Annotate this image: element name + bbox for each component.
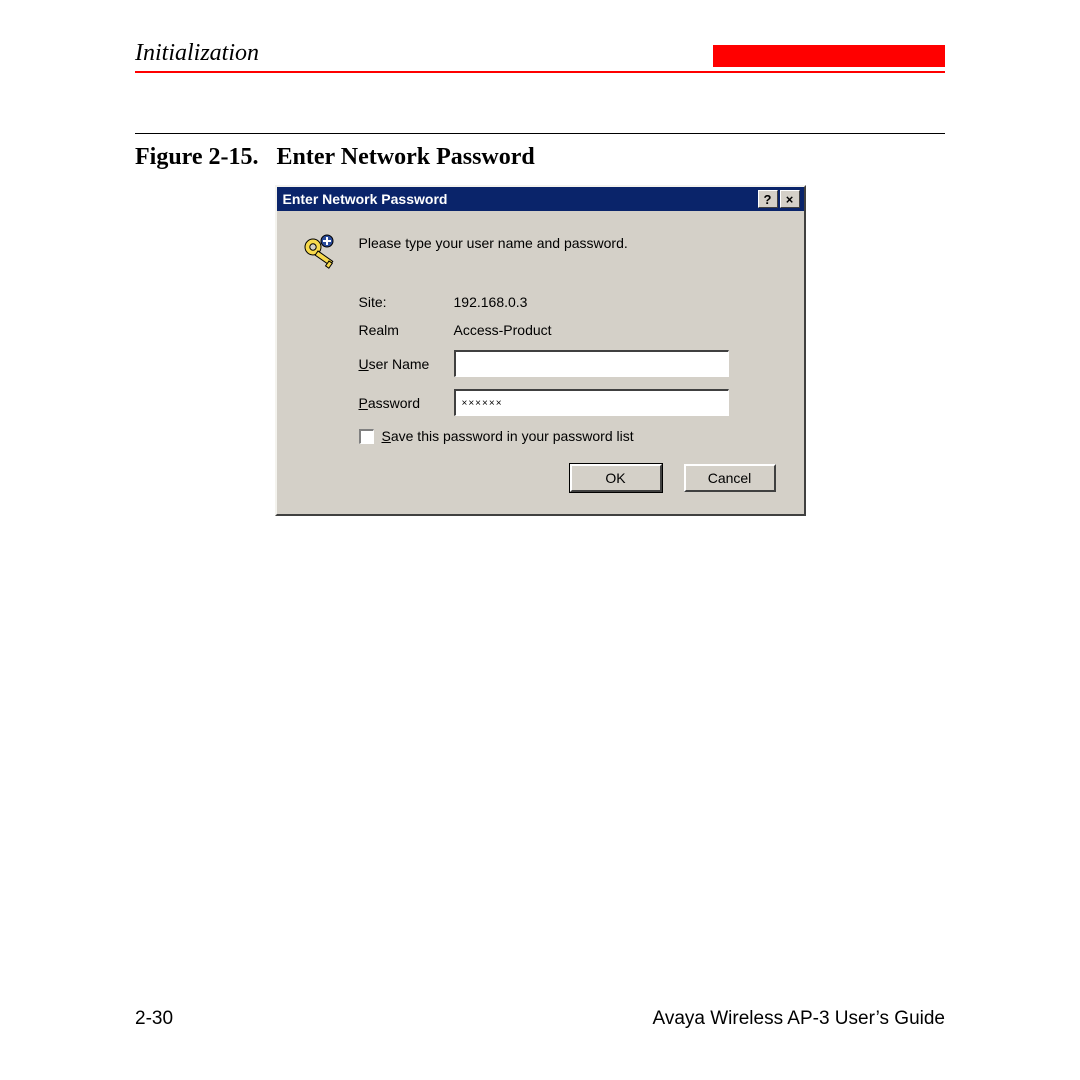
site-value: 192.168.0.3: [454, 294, 528, 310]
save-password-label: Save this password in your password list: [382, 428, 634, 444]
figure-label: Figure 2-15.: [135, 144, 259, 170]
password-input[interactable]: [454, 389, 729, 416]
figure-rule: [135, 133, 945, 134]
header-rule: [135, 71, 945, 73]
username-label: User Name: [359, 356, 454, 372]
section-title: Initialization: [135, 40, 259, 67]
dialog-titlebar[interactable]: Enter Network Password ? ×: [277, 187, 804, 211]
realm-value: Access-Product: [454, 322, 552, 338]
realm-label: Realm: [359, 322, 454, 338]
site-label: Site:: [359, 294, 454, 310]
header-accent-bar: [713, 45, 945, 67]
dialog-instruction: Please type your user name and password.: [359, 233, 628, 251]
figure-caption: Figure 2-15. Enter Network Password: [135, 144, 945, 171]
dialog-title: Enter Network Password: [283, 191, 448, 207]
help-button[interactable]: ?: [758, 190, 778, 208]
username-input[interactable]: [454, 350, 729, 377]
network-password-dialog: Enter Network Password ? ×: [275, 185, 806, 516]
close-button[interactable]: ×: [780, 190, 800, 208]
key-icon: [301, 233, 341, 276]
save-password-checkbox[interactable]: [359, 429, 374, 444]
cancel-button[interactable]: Cancel: [684, 464, 776, 492]
figure-title: Enter Network Password: [277, 144, 535, 170]
password-label: Password: [359, 395, 454, 411]
guide-title: Avaya Wireless AP-3 User’s Guide: [652, 1008, 945, 1030]
ok-button[interactable]: OK: [570, 464, 662, 492]
page-number: 2-30: [135, 1008, 173, 1030]
